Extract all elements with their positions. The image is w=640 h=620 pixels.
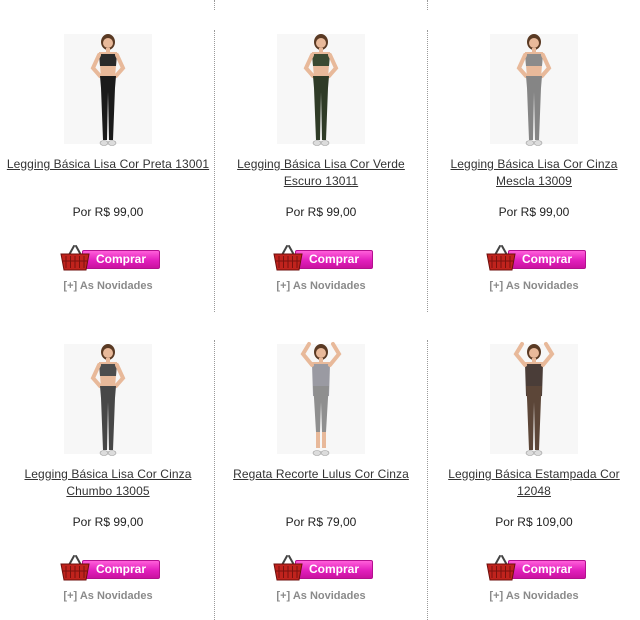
product-title-link[interactable]: Regata Recorte Lulus Cor Cinza [218,466,424,483]
shopping-basket-icon [273,555,303,581]
buy-button-label: Comprar [82,250,160,269]
product-title-link[interactable]: Legging Básica Lisa Cor Cinza Mescla 130… [431,156,637,190]
model-figure [277,342,365,456]
buy-button[interactable]: Comprar [486,244,586,272]
product-card: Legging Básica Lisa Cor Preta 13001 Por … [2,30,214,292]
more-news-link[interactable]: [+] As Novidades [428,590,640,602]
product-card: Legging Básica Lisa Cor Cinza Chumbo 130… [2,340,214,602]
buy-button[interactable]: Comprar [273,244,373,272]
buy-button[interactable]: Comprar [486,554,586,582]
product-card: Legging Básica Estampada Cor 12048 Por R… [428,340,640,602]
more-news-link[interactable]: [+] As Novidades [428,280,640,292]
product-image[interactable] [428,30,640,148]
product-price: Por R$ 99,00 [285,205,357,219]
product-title-link[interactable]: Legging Básica Lisa Cor Verde Escuro 130… [218,156,424,190]
buy-button-label: Comprar [508,250,586,269]
product-card: Legging Básica Lisa Cor Cinza Mescla 130… [428,30,640,292]
shopping-basket-icon [60,555,90,581]
product-image[interactable] [428,340,640,458]
more-news-link[interactable]: [+] As Novidades [2,590,214,602]
product-title-link[interactable]: Legging Básica Estampada Cor 12048 [431,466,637,500]
buy-button-label: Comprar [295,560,373,579]
model-figure [64,34,152,146]
more-news-link[interactable]: [+] As Novidades [215,280,427,292]
product-price: Por R$ 99,00 [498,205,570,219]
shopping-basket-icon [486,245,516,271]
model-figure [277,34,365,146]
product-title-link[interactable]: Legging Básica Lisa Cor Preta 13001 [5,156,211,173]
more-news-link[interactable]: [+] As Novidades [215,590,427,602]
column-divider [427,0,428,10]
product-card: Regata Recorte Lulus Cor Cinza Por R$ 79… [215,340,427,602]
buy-button-label: Comprar [508,560,586,579]
more-news-link[interactable]: [+] As Novidades [2,280,214,292]
product-card: Legging Básica Lisa Cor Verde Escuro 130… [215,30,427,292]
product-image[interactable] [2,340,214,458]
buy-button[interactable]: Comprar [60,244,160,272]
buy-button[interactable]: Comprar [273,554,373,582]
column-divider [214,0,215,10]
product-image[interactable] [215,340,427,458]
shopping-basket-icon [486,555,516,581]
buy-button[interactable]: Comprar [60,554,160,582]
model-figure [64,344,152,456]
model-figure [490,342,578,456]
product-price: Por R$ 99,00 [72,515,144,529]
shopping-basket-icon [273,245,303,271]
product-price: Por R$ 109,00 [495,515,573,529]
product-price: Por R$ 99,00 [72,205,144,219]
model-figure [490,34,578,146]
product-image[interactable] [2,30,214,148]
shopping-basket-icon [60,245,90,271]
buy-button-label: Comprar [295,250,373,269]
buy-button-label: Comprar [82,560,160,579]
product-price: Por R$ 79,00 [285,515,357,529]
product-title-link[interactable]: Legging Básica Lisa Cor Cinza Chumbo 130… [5,466,211,500]
product-image[interactable] [215,30,427,148]
